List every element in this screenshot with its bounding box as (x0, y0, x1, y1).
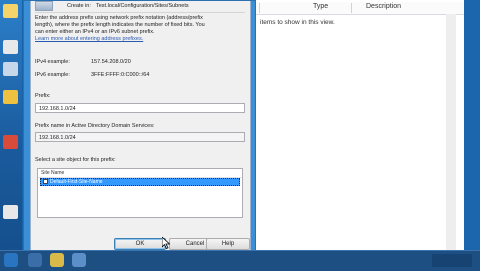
divider (35, 12, 245, 13)
column-headers: Type Description (256, 2, 465, 15)
desktop-icon[interactable] (3, 205, 18, 219)
desktop-icon[interactable] (3, 135, 18, 149)
desktop-icon[interactable] (3, 62, 18, 76)
instructions-line: Enter the address prefix using network p… (35, 15, 203, 21)
site-select-label: Select a site object for this prefix: (35, 157, 116, 163)
site-name: Default-First-Site-Name (50, 179, 103, 185)
column-header-description[interactable]: Description (366, 3, 401, 10)
desktop-icon[interactable] (3, 90, 18, 104)
start-button[interactable] (4, 253, 18, 267)
create-in-path: Test.local/Configuration/Sites/Subnets (96, 3, 189, 9)
learn-more-link[interactable]: Learn more about entering address prefix… (35, 36, 143, 43)
mouse-cursor-icon (162, 237, 170, 249)
site-list-header[interactable]: Site Name (38, 169, 242, 178)
desktop-icons-strip (0, 0, 22, 250)
taskbar-app-icon[interactable] (72, 253, 86, 267)
scrollbar[interactable] (446, 14, 456, 250)
prefix-name-label: Prefix name in Active Directory Domain S… (35, 123, 155, 129)
ipv6-example-value: 3FFE:FFFF:0:C000::/64 (91, 72, 150, 78)
ok-button[interactable]: OK (114, 238, 166, 250)
taskbar-app-icon[interactable] (28, 253, 42, 267)
site-list[interactable]: Site Name Default-First-Site-Name (37, 168, 243, 218)
taskbar-folder-icon[interactable] (50, 253, 64, 267)
desktop-icon[interactable] (3, 40, 18, 54)
desktop-edge (464, 0, 480, 250)
desktop-icon[interactable] (3, 4, 18, 18)
prefix-name-field: 192.168.1.0/24 (35, 132, 245, 142)
list-item[interactable]: Default-First-Site-Name (40, 178, 240, 186)
ipv4-example-value: 157.54.208.0/20 (91, 59, 131, 65)
create-in-label: Create in: (67, 3, 91, 9)
help-button[interactable]: Help (206, 238, 250, 250)
ipv4-example-label: IPv4 example: (35, 59, 70, 65)
ipv6-example-label: IPv6 example: (35, 72, 70, 78)
prefix-label: Prefix: (35, 93, 51, 99)
new-subnet-dialog: Create in: Test.local/Configuration/Site… (23, 0, 256, 262)
site-icon (43, 179, 48, 185)
prefix-input[interactable]: 192.168.1.0/24 (35, 103, 245, 113)
system-tray (432, 254, 472, 267)
column-header-type[interactable]: Type (313, 3, 328, 10)
empty-list-message: items to show in this view. (260, 19, 335, 26)
taskbar (0, 250, 480, 271)
subnet-folder-icon (35, 1, 53, 11)
instructions-line: length), where the prefix length indicat… (35, 22, 205, 28)
background-window: Type Description items to show in this v… (255, 0, 465, 250)
instructions-line: can enter either an IPv4 or an IPv6 subn… (35, 29, 155, 35)
